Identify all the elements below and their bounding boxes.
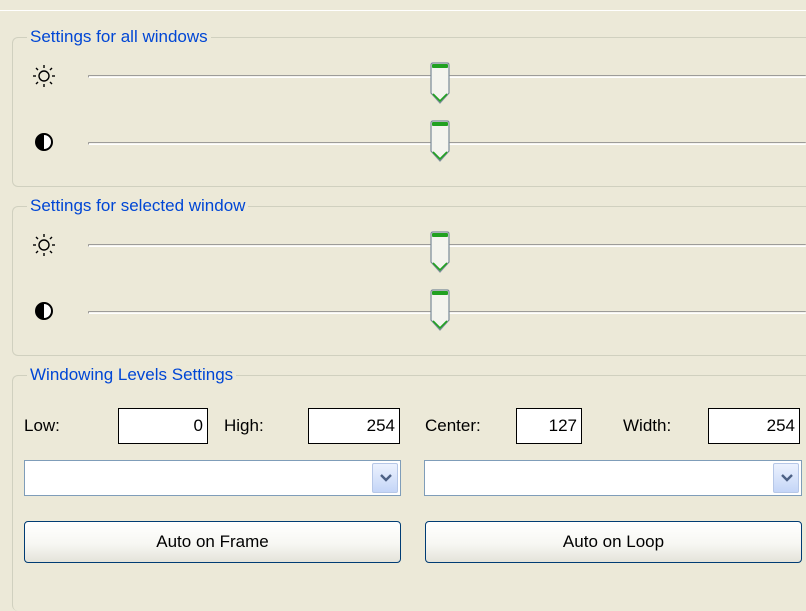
center-label: Center: — [425, 416, 481, 435]
preset-dropdown-left[interactable] — [24, 460, 401, 496]
sun-icon — [33, 65, 55, 87]
windowing-levels-title: Windowing Levels Settings — [30, 365, 234, 384]
width-label: Width: — [623, 416, 672, 435]
all-windows-title: Settings for all windows — [30, 27, 208, 46]
selected-window-title: Settings for selected window — [30, 196, 246, 215]
auto-on-frame-button[interactable]: Auto on Frame — [24, 521, 401, 563]
high-input[interactable] — [308, 408, 400, 444]
center-input[interactable] — [516, 408, 582, 444]
all-windows-group: Settings for all windows — [12, 28, 806, 187]
top-divider — [0, 10, 806, 11]
width-input[interactable] — [708, 408, 800, 444]
auto-on-loop-button[interactable]: Auto on Loop — [425, 521, 802, 563]
sun-icon — [33, 234, 55, 256]
all-contrast-slider-thumb[interactable] — [429, 120, 451, 163]
selected-brightness-slider-thumb[interactable] — [429, 231, 451, 274]
chevron-down-icon[interactable] — [773, 463, 799, 493]
high-label: High: — [224, 416, 264, 435]
selected-contrast-slider-thumb[interactable] — [429, 289, 451, 332]
selected-window-group: Settings for selected window — [12, 197, 806, 356]
all-brightness-slider-thumb[interactable] — [429, 62, 451, 105]
low-input[interactable] — [118, 408, 208, 444]
contrast-icon — [35, 302, 53, 320]
preset-dropdown-right[interactable] — [424, 460, 802, 496]
contrast-icon — [35, 133, 53, 151]
chevron-down-icon[interactable] — [372, 463, 398, 493]
low-label: Low: — [24, 416, 60, 435]
